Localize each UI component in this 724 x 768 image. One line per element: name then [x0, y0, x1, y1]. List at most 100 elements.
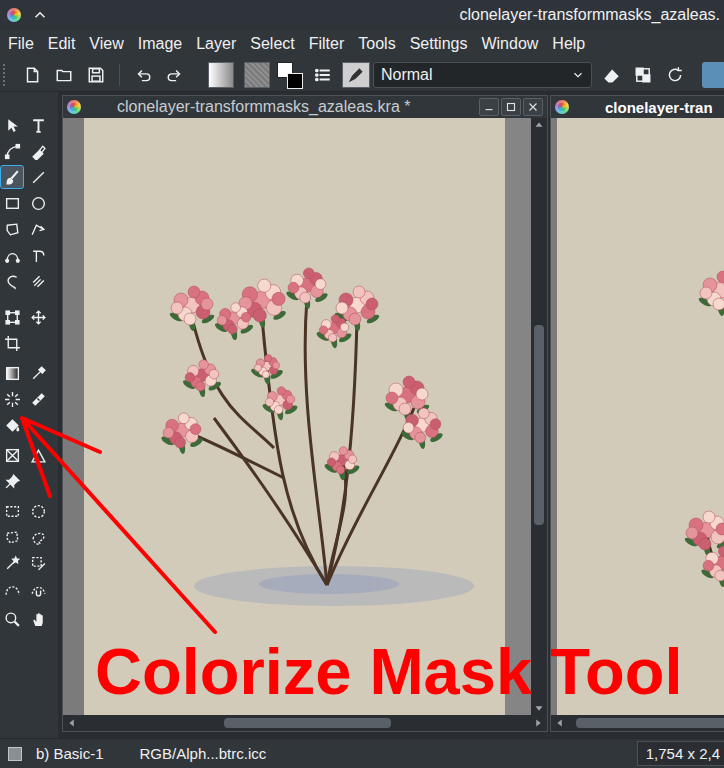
toolbar-handle[interactable] — [3, 64, 9, 86]
menu-item[interactable]: Layer — [189, 33, 243, 55]
pattern-swatch[interactable] — [244, 62, 270, 88]
branch — [182, 430, 284, 478]
petal — [703, 560, 714, 571]
tool-button[interactable] — [26, 165, 50, 189]
tool-button[interactable] — [26, 217, 50, 241]
canvas[interactable] — [557, 118, 724, 715]
horizontal-scrollbar[interactable] — [63, 715, 547, 731]
eraser-button[interactable] — [598, 62, 624, 88]
branch — [327, 460, 346, 585]
transform-icon — [4, 309, 21, 326]
open-button[interactable] — [51, 62, 77, 88]
menu-item[interactable]: Image — [131, 33, 189, 55]
scroll-thumb[interactable] — [224, 718, 391, 728]
tool-button[interactable] — [26, 387, 50, 411]
maximize-icon — [504, 100, 518, 114]
blend-mode-dropdown[interactable]: Normal — [373, 62, 592, 88]
scroll-thumb[interactable] — [534, 325, 544, 524]
document-window[interactable]: clonelayer-transformmasks_azaleas.kra * — [62, 95, 548, 732]
menu-item[interactable]: Filter — [302, 33, 352, 55]
tool-button[interactable] — [0, 387, 24, 411]
window-title: clonelayer-transformmasks_azaleas. — [459, 6, 720, 24]
tool-button[interactable] — [26, 607, 50, 631]
tool-button[interactable] — [0, 413, 24, 437]
petal — [171, 302, 183, 314]
crop-icon — [4, 335, 21, 352]
tool-button[interactable] — [0, 607, 24, 631]
tool-button[interactable] — [26, 243, 50, 267]
brush-preset-button[interactable] — [342, 62, 370, 88]
petal — [201, 298, 213, 310]
scroll-thumb[interactable] — [576, 718, 724, 728]
tool-button[interactable] — [0, 269, 24, 293]
gradient-swatch[interactable] — [208, 62, 234, 88]
menu-item[interactable]: Select — [243, 33, 301, 55]
arrow-right-icon[interactable] — [531, 716, 545, 730]
tool-button[interactable] — [26, 499, 50, 523]
canvas-surround — [505, 118, 531, 715]
arrow-up-icon[interactable] — [532, 118, 546, 132]
tool-button[interactable] — [0, 217, 24, 241]
scroll-track[interactable] — [79, 715, 531, 731]
tool-button[interactable] — [26, 113, 50, 137]
document-title-bar[interactable]: clonelayer-tran — [551, 96, 724, 118]
tool-button[interactable] — [26, 525, 50, 549]
tool-button[interactable] — [26, 139, 50, 163]
tool-button[interactable] — [0, 305, 24, 329]
tool-button[interactable] — [0, 469, 24, 493]
brush-presets-button[interactable] — [310, 62, 336, 88]
horizontal-scrollbar[interactable] — [551, 715, 724, 731]
tool-button[interactable] — [0, 113, 24, 137]
tool-button[interactable] — [26, 305, 50, 329]
scroll-track[interactable] — [567, 715, 724, 731]
petal — [353, 286, 365, 298]
arrow-left-icon[interactable] — [553, 716, 567, 730]
petal — [713, 298, 724, 310]
opacity-slider[interactable] — [702, 62, 724, 88]
document-window[interactable]: clonelayer-tran — [550, 95, 724, 732]
reload-button[interactable] — [662, 62, 688, 88]
tool-button[interactable] — [0, 191, 24, 215]
menu-item[interactable]: Tools — [351, 33, 402, 55]
menu-item[interactable]: View — [82, 33, 130, 55]
tool-button[interactable] — [0, 165, 24, 189]
menu-item[interactable]: Window — [474, 33, 545, 55]
foreground-color-icon[interactable] — [287, 73, 303, 89]
tool-button[interactable] — [0, 551, 24, 575]
reference-icon — [4, 473, 21, 490]
menu-item[interactable]: Settings — [403, 33, 475, 55]
scroll-track[interactable] — [531, 132, 547, 701]
new-button[interactable] — [19, 62, 45, 88]
arrow-left-icon[interactable] — [65, 716, 79, 730]
save-button[interactable] — [83, 62, 109, 88]
tool-button[interactable] — [26, 443, 50, 467]
tool-button[interactable] — [26, 269, 50, 293]
canvas[interactable] — [84, 118, 505, 715]
tool-button[interactable] — [0, 243, 24, 267]
maximize-button[interactable] — [501, 98, 521, 116]
tool-button[interactable] — [0, 577, 24, 601]
tool-button[interactable] — [0, 525, 24, 549]
color-selector[interactable] — [276, 61, 304, 89]
tool-button[interactable] — [26, 191, 50, 215]
tool-button[interactable] — [0, 443, 24, 467]
tool-button[interactable] — [26, 577, 50, 601]
tool-button[interactable] — [0, 499, 24, 523]
checker-button[interactable] — [630, 62, 656, 88]
vertical-scrollbar[interactable] — [531, 118, 547, 715]
menu-item[interactable]: File — [1, 33, 41, 55]
minimize-button[interactable] — [479, 98, 499, 116]
document-title-bar[interactable]: clonelayer-transformmasks_azaleas.kra * — [63, 96, 547, 118]
chevron-up-icon[interactable] — [31, 6, 49, 24]
redo-button[interactable] — [162, 62, 188, 88]
document-title: clonelayer-transformmasks_azaleas.kra * — [117, 98, 410, 116]
tool-button[interactable] — [0, 139, 24, 163]
tool-button[interactable] — [26, 551, 50, 575]
undo-button[interactable] — [130, 62, 156, 88]
menu-item[interactable]: Edit — [41, 33, 83, 55]
close-button[interactable] — [523, 98, 543, 116]
tool-button[interactable] — [0, 331, 24, 355]
menu-item[interactable]: Help — [545, 33, 592, 55]
tool-button[interactable] — [0, 361, 24, 385]
tool-button[interactable] — [26, 361, 50, 385]
